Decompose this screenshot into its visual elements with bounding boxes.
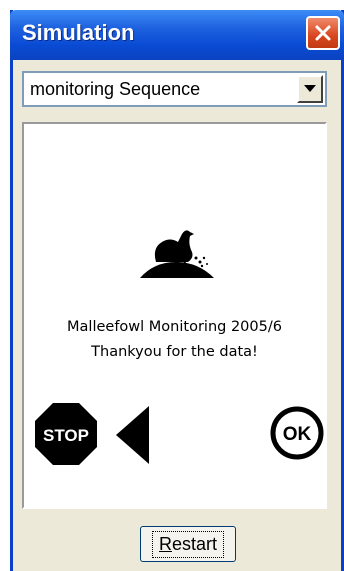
title-bar[interactable]: Simulation: [10, 10, 344, 60]
monitoring-message: Malleefowl Monitoring 2005/6: [67, 319, 282, 335]
dropdown-selected-value: monitoring Sequence: [30, 79, 201, 99]
dropdown-arrow-button[interactable]: [297, 75, 323, 103]
stop-label: STOP: [43, 426, 89, 445]
ok-label: OK: [283, 424, 312, 445]
ok-button[interactable]: OK: [269, 405, 325, 461]
close-icon: [315, 25, 331, 41]
window-title: Simulation: [22, 20, 135, 45]
simulation-panel: Malleefowl Monitoring 2005/6 Thankyou fo…: [22, 122, 327, 509]
restart-label: Restart: [158, 533, 218, 554]
malleefowl-bird-icon: [140, 230, 214, 278]
sequence-dropdown[interactable]: monitoring Sequence: [22, 71, 327, 107]
back-arrow-icon[interactable]: [116, 406, 150, 464]
close-button[interactable]: [306, 16, 340, 50]
stop-sign-button[interactable]: STOP: [34, 402, 98, 466]
thankyou-message: Thankyou for the data!: [91, 344, 258, 360]
restart-focus-box: Restart: [151, 530, 225, 558]
restart-button[interactable]: Restart: [140, 526, 236, 562]
chevron-down-icon: [304, 85, 316, 92]
